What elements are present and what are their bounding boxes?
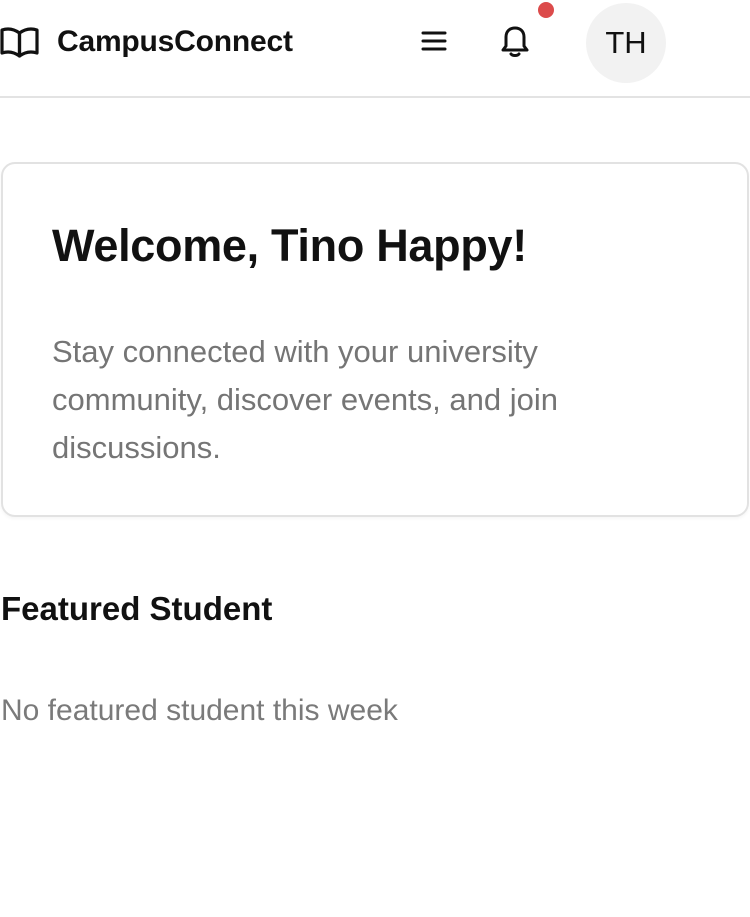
welcome-card: Welcome, Tino Happy! Stay connected with… — [1, 162, 749, 517]
avatar-initials: TH — [605, 25, 647, 60]
top-header: CampusConnect TH — [0, 0, 750, 98]
brand-link[interactable]: CampusConnect — [0, 20, 293, 64]
user-avatar-button[interactable]: TH — [586, 3, 666, 83]
bell-icon — [500, 23, 530, 62]
campusconnect-home-page: CampusConnect TH Welcome, Tino Happy! St… — [0, 0, 750, 917]
notification-dot — [538, 2, 554, 18]
book-open-icon — [0, 25, 39, 59]
welcome-title: Welcome, Tino Happy! — [52, 220, 527, 271]
menu-button[interactable] — [413, 22, 455, 64]
app-name: CampusConnect — [57, 25, 293, 58]
notifications-button[interactable] — [494, 21, 536, 63]
featured-student-empty-message: No featured student this week — [1, 694, 398, 727]
welcome-message: Stay connected with your university comm… — [52, 334, 558, 465]
featured-student-heading: Featured Student — [1, 590, 273, 627]
menu-icon — [420, 29, 448, 58]
